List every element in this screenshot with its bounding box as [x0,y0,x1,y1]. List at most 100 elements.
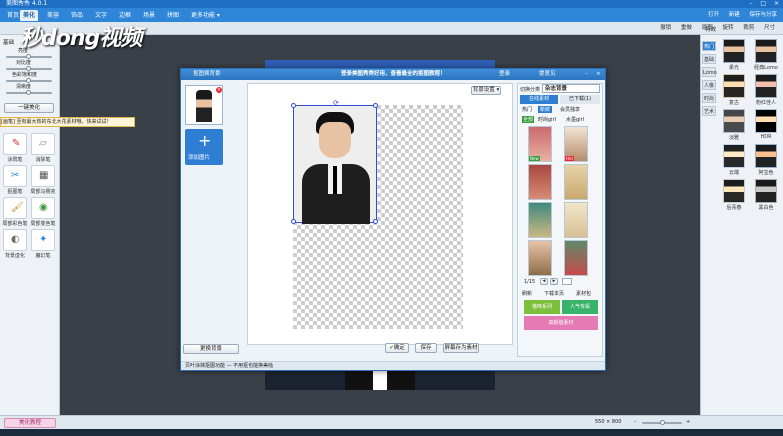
effect-retro[interactable] [723,74,745,98]
material-pack-button[interactable]: 素材包 [576,290,591,297]
crop-button[interactable]: 裁剪 [743,25,754,31]
rotate-button[interactable]: 旋转 [722,25,733,31]
subtab-new[interactable]: 新鲜 [538,106,553,113]
remove-icon[interactable]: × [216,87,222,93]
new-button[interactable]: 新建 [729,12,740,18]
side-tab-lomo[interactable]: Lomo [702,67,717,77]
side-tab-art[interactable]: 艺术 [702,106,716,116]
cutout-pen-tool[interactable]: ✂ [3,165,27,187]
effect-pink[interactable] [755,74,777,98]
zoom-plus-icon[interactable]: + [686,419,690,425]
bg-item[interactable] [564,202,588,238]
effect-hdr[interactable] [755,109,777,133]
zoom-minus-icon[interactable]: – [634,419,637,425]
color-pen-tool[interactable]: 🖌 [3,197,27,219]
side-tab-basic[interactable]: 基础 [702,54,716,64]
tab-collage[interactable]: 拼图 [164,10,182,21]
sharpness-slider[interactable] [6,90,52,95]
banner-high-value[interactable]: 高颜值素材 [524,316,598,330]
banner-popular[interactable]: 人气专属 [562,300,598,314]
chip-all[interactable]: 全部 [522,116,535,123]
tab-more[interactable]: 更多功能 ▾ [188,10,223,21]
bg-item[interactable]: New [528,126,552,162]
doodle-pen-tool[interactable]: ✎ [3,133,27,155]
magic-pen-tool[interactable]: ✦ [31,229,55,251]
tutorial-button[interactable]: 美化教程 [4,418,56,428]
add-image-button[interactable]: + 添加图片 [185,129,223,165]
side-tab-fashion[interactable]: 时尚 [702,93,716,103]
recolor-pen-tool[interactable]: ◉ [31,197,55,219]
undo-button[interactable]: 撤销 [660,25,671,31]
tab-downloaded[interactable]: 已下载(1) [560,95,600,104]
change-bg-button[interactable]: 更换背景 [183,344,239,354]
saturation-slider[interactable] [6,78,52,83]
chip-fashion[interactable]: 时尚girl [538,116,556,123]
effect-cloud[interactable] [723,144,745,168]
chip-ink[interactable]: 水墨girl [566,116,584,123]
one-click-beautify-button[interactable]: 一键美化 [4,103,54,113]
toolbar-actions: 撤销 重做 原图 旋转 裁剪 尺寸 [660,22,775,35]
subtab-hot[interactable]: 热门 [522,106,532,113]
resize-handle-bl[interactable] [291,219,296,224]
effects-header: 特效 [705,27,717,33]
resize-handle-tr[interactable] [373,103,378,108]
login-link[interactable]: 登录 [499,69,510,80]
zoom-slider[interactable] [642,420,682,425]
feedback-link[interactable]: 提意见 [539,69,556,80]
close-button[interactable]: × [774,0,779,7]
banner-cat[interactable]: 猫咪系列 [524,300,560,314]
effect-youth[interactable] [723,179,745,203]
confirm-button[interactable]: ✔确定 [385,343,409,353]
next-page-button[interactable]: ▸ [550,278,558,285]
login-prompt[interactable]: 登录美图秀秀好用，查看最全的抠图教程！ [341,69,446,80]
bg-item[interactable] [528,240,552,276]
taskbar [0,429,783,436]
bg-item[interactable] [528,164,552,200]
window-controls: – □ × [749,0,779,8]
size-button[interactable]: 尺寸 [764,25,775,31]
effect-lomo[interactable] [755,39,777,63]
bg-item[interactable] [564,164,588,200]
dialog-close-icon[interactable]: × [596,69,601,80]
category-select[interactable]: 杂志背景 [542,84,600,93]
effect-abao[interactable] [755,144,777,168]
side-tab-portrait[interactable]: 人像 [702,80,716,90]
tab-online-material[interactable]: 在线素材 [520,95,558,104]
refresh-button[interactable]: 刷新 [522,290,532,297]
photo-layer[interactable] [291,103,378,224]
contrast-slider[interactable] [6,66,52,71]
doodle-pen-icon: ✎ [12,138,21,149]
effect-elegant[interactable] [723,109,745,133]
side-tab-hot[interactable]: 热门 [702,41,716,51]
redo-button[interactable]: 重做 [681,25,692,31]
bg-item[interactable] [564,240,588,276]
bg-item[interactable] [528,202,552,238]
bg-item[interactable]: Hot [564,126,588,162]
page-input[interactable] [562,278,572,285]
effect-bw[interactable] [755,179,777,203]
minimize-button[interactable]: – [749,0,752,7]
effect-soft-light[interactable] [723,39,745,63]
tab-basic[interactable]: 基础 [3,38,14,46]
tab-scenes[interactable]: 场景 [140,10,158,21]
source-thumbnail[interactable]: × [185,85,223,125]
maximize-button[interactable]: □ [760,0,766,7]
prev-page-button[interactable]: ◂ [540,278,548,285]
image-size: 550 × 800 [595,419,622,425]
rotate-handle-icon[interactable]: ⟳ [333,99,339,107]
resize-handle-tl[interactable] [291,103,296,108]
resize-handle-br[interactable] [373,219,378,224]
effect-label: 云端 [728,170,739,176]
subtab-vip[interactable]: 会员独享 [560,106,580,113]
eraser-tool[interactable]: ▱ [31,133,55,155]
bg-blur-tool[interactable]: ◐ [3,229,27,251]
save-as-material-button[interactable]: 屏幕存为素材 [443,343,479,353]
dialog-minimize-icon[interactable]: – [585,69,588,80]
save-button[interactable]: 保存 [415,343,437,353]
save-share-button[interactable]: 保存与分享 [749,12,777,18]
bg-settings-button[interactable]: 背景设置 ▾ [471,86,501,95]
mosaic-tool[interactable]: ▦ [31,165,55,187]
open-button[interactable]: 打开 [708,12,719,18]
brightness-slider[interactable] [6,54,52,59]
download-page-button[interactable]: 下载本页 [544,290,564,297]
